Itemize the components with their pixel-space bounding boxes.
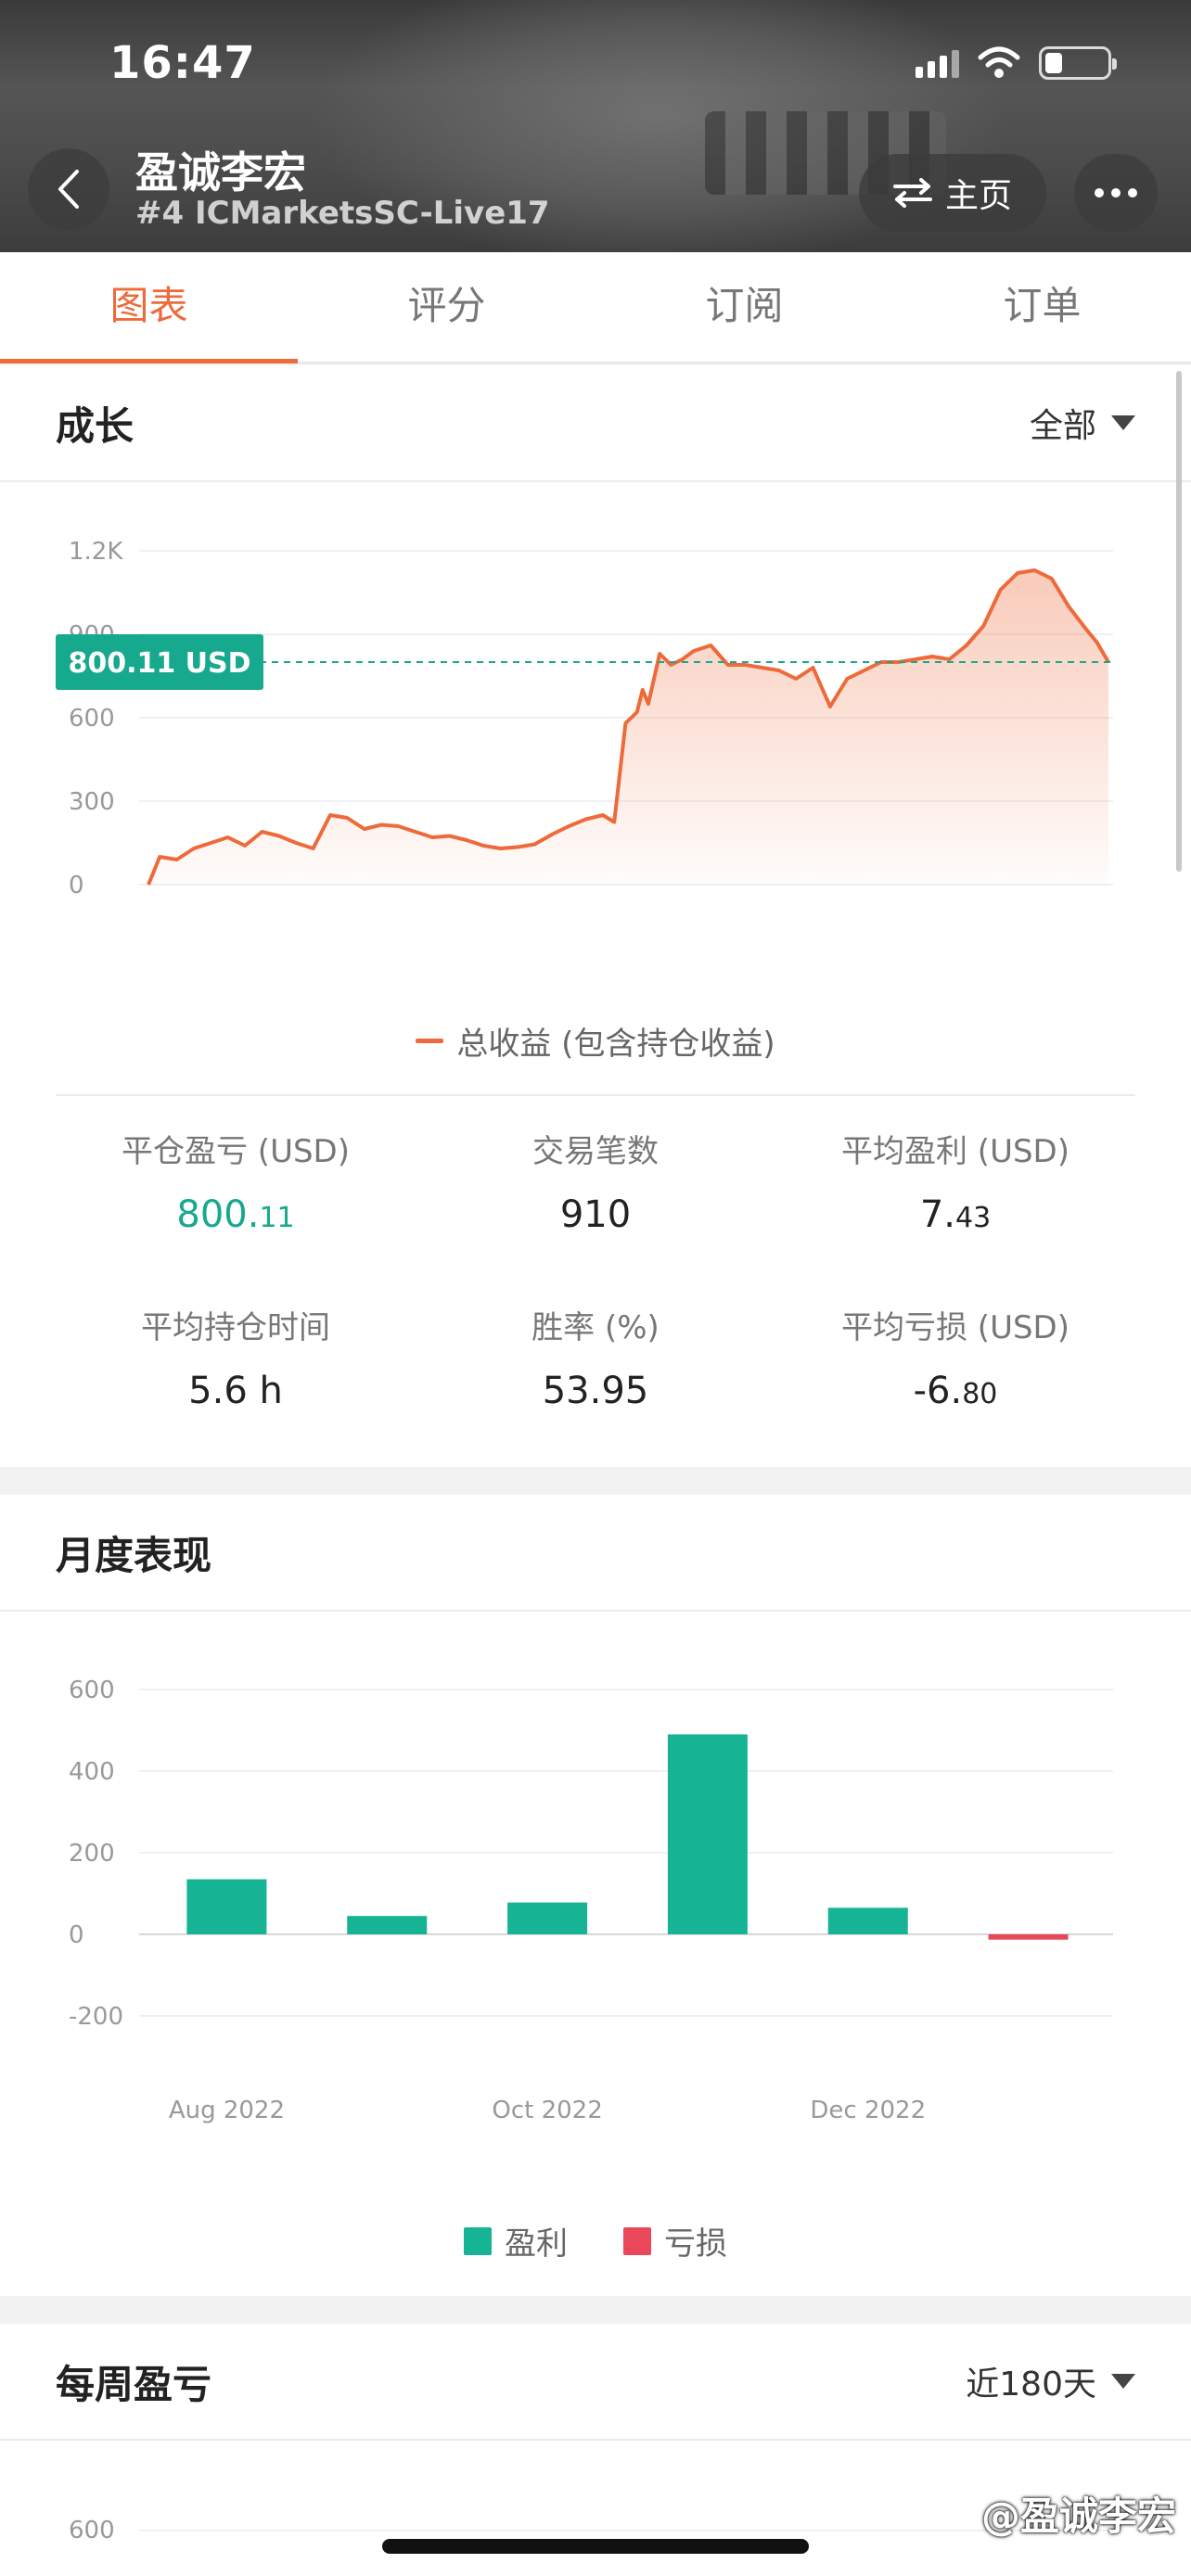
stat-avg-profit-value: 7.43	[919, 1193, 992, 1236]
chevron-left-icon	[58, 170, 79, 209]
growth-legend: 总收益 (包含持仓收益)	[0, 1018, 1191, 1064]
bar-profit	[827, 1907, 908, 1934]
weekly-range-value: 近180天	[966, 2366, 1096, 2404]
legend-total-return-label: 总收益 (包含持仓收益)	[456, 1026, 775, 1063]
home-button-label: 主页	[944, 177, 1012, 215]
more-dots-icon	[1095, 188, 1104, 198]
y-tick-label: 200	[69, 1840, 115, 1868]
legend-profit-swatch	[464, 2226, 492, 2255]
y-tick-label: 1.2K	[69, 538, 123, 566]
legend-loss-swatch	[623, 2226, 651, 2255]
bar-profit	[186, 1879, 267, 1934]
tab-chart[interactable]: 图表	[0, 252, 298, 363]
legend-profit: 盈利	[464, 2218, 568, 2264]
stat-avg-loss-value: -6.80	[913, 1370, 998, 1412]
stat-closed-pl: 平仓盈亏 (USD) 800.11	[37, 1126, 434, 1236]
bar-profit	[667, 1734, 748, 1934]
account-server: #4 ICMarketsSC-Live17	[135, 195, 550, 232]
page-scrollbar[interactable]	[1176, 371, 1182, 872]
y-tick-label: 600	[69, 1677, 115, 1704]
growth-range-value: 全部	[1029, 407, 1096, 445]
weekly-card-header: 每周盈亏 近180天	[0, 2324, 1191, 2441]
caret-down-icon	[1111, 415, 1135, 430]
stat-win-rate: 胜率 (%) 53.95	[397, 1302, 794, 1412]
account-name: 盈诚李宏	[135, 147, 306, 198]
legend-loss-label: 亏损	[664, 2225, 727, 2263]
swap-arrows-icon	[892, 178, 932, 208]
monthly-card: 月度表现 600 400 200 0 -200 Aug 2022 Oct 2022 Dec 2…	[0, 1495, 1191, 2296]
stat-avg-loss: 平均亏损 (USD) -6.80	[757, 1302, 1154, 1412]
y-tick-label: 300	[69, 788, 115, 816]
caret-down-icon	[1111, 2374, 1135, 2389]
bar-profit	[347, 1916, 428, 1934]
stat-closed-pl-label: 平仓盈亏 (USD)	[122, 1133, 350, 1170]
y-tick-label: 0	[69, 872, 84, 899]
more-options-button[interactable]	[1074, 154, 1158, 232]
wifi-icon	[978, 46, 1020, 78]
stat-closed-pl-value: 800.11	[176, 1193, 295, 1236]
home-button[interactable]: 主页	[859, 154, 1046, 232]
status-time: 16:47	[109, 37, 256, 89]
legend-loss: 亏损	[623, 2218, 727, 2264]
back-button[interactable]	[28, 148, 109, 230]
tab-orders[interactable]: 订单	[893, 252, 1191, 362]
status-icons	[916, 46, 1117, 80]
growth-chart[interactable]: 03006009001.2K26 Sep02 Nov09 Dec19 Jan80…	[0, 486, 1191, 903]
stat-win-rate-label: 胜率 (%)	[531, 1309, 660, 1346]
y-tick-label: 600	[69, 705, 115, 733]
y-tick-label: -200	[69, 2003, 123, 2031]
legend-line-swatch	[416, 1039, 444, 1043]
watermark: @盈诚李宏	[980, 2493, 1176, 2539]
legend-profit-label: 盈利	[505, 2225, 568, 2263]
monthly-title: 月度表现	[56, 1532, 212, 1578]
home-indicator[interactable]	[382, 2539, 809, 2554]
monthly-bar-chart[interactable]: 600 400 200 0 -200 Aug 2022 Oct 2022 Dec 2022	[0, 1634, 1191, 2153]
current-value-text: 800.11 USD	[68, 647, 250, 680]
stat-avg-hold-value: 5.6 h	[188, 1370, 283, 1412]
x-tick-label: Oct 2022	[492, 2097, 602, 2124]
tab-rating[interactable]: 评分	[298, 252, 596, 362]
growth-card-header: 成长 全部	[0, 365, 1191, 482]
y-tick-label: 400	[69, 1758, 115, 1786]
weekly-title: 每周盈亏	[56, 2361, 212, 2407]
growth-title: 成长	[56, 402, 134, 449]
bar-profit	[507, 1902, 588, 1934]
stat-trades: 交易笔数 910	[397, 1126, 794, 1236]
legend-total-return: 总收益 (包含持仓收益)	[416, 1018, 775, 1064]
y-tick-label: 0	[69, 1921, 84, 1949]
stat-avg-loss-label: 平均亏损 (USD)	[841, 1309, 1069, 1346]
growth-range-dropdown[interactable]: 全部	[1030, 399, 1135, 447]
x-tick-label: Aug 2022	[169, 2097, 285, 2124]
bar-loss	[988, 1934, 1069, 1940]
x-tick-label: Dec 2022	[810, 2097, 926, 2124]
growth-area-fill	[148, 570, 1108, 885]
account-header: 16:47 盈诚李宏 #4 ICMarketsSC-Live17 主页	[0, 0, 1191, 252]
cellular-signal-icon	[916, 48, 959, 78]
stat-avg-profit-label: 平均盈利 (USD)	[841, 1133, 1069, 1170]
stat-win-rate-value: 53.95	[542, 1370, 649, 1412]
stat-avg-profit: 平均盈利 (USD) 7.43	[757, 1126, 1154, 1236]
growth-card: 成长 全部 03006009001.2K26 Sep02 Nov09 Dec19…	[0, 365, 1191, 1467]
stat-avg-hold: 平均持仓时间 5.6 h	[37, 1302, 434, 1412]
growth-divider	[56, 1094, 1135, 1096]
weekly-gridline	[139, 2530, 1113, 2531]
tab-subscribe[interactable]: 订阅	[596, 252, 893, 362]
tab-bar: 图表 评分 订阅 订单	[0, 252, 1191, 363]
stat-trades-value: 910	[559, 1193, 632, 1236]
monthly-card-header: 月度表现	[0, 1495, 1191, 1612]
stat-trades-label: 交易笔数	[532, 1133, 659, 1170]
battery-icon	[1039, 46, 1117, 80]
weekly-y-tick: 600	[69, 2517, 115, 2544]
monthly-legend: 盈利 亏损	[0, 2218, 1191, 2264]
weekly-range-dropdown[interactable]: 近180天	[966, 2357, 1135, 2405]
stat-avg-hold-label: 平均持仓时间	[141, 1309, 330, 1346]
